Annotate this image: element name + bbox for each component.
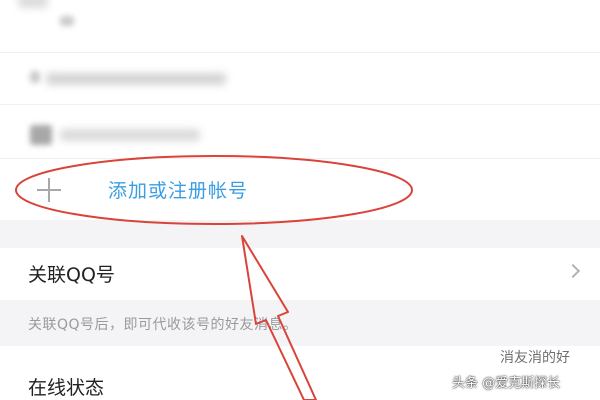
add-account-row[interactable]	[0, 158, 600, 221]
account-settings-screen: 添加或注册帐号 关联QQ号 关联QQ号后，即可代收该号的好友消息。 在线状态 消…	[0, 0, 600, 400]
plus-icon	[34, 175, 64, 205]
account-row-1[interactable]	[0, 0, 600, 52]
overlapping-text: 消友消的好	[500, 350, 570, 366]
redacted-name	[46, 73, 226, 85]
link-qq-hint: 关联QQ号后，即可代收该号的好友消息。	[28, 317, 298, 333]
watermark: 头条 @爱克斯探长	[452, 376, 561, 391]
redacted-name	[18, 0, 48, 8]
account-row-2[interactable]	[0, 52, 600, 105]
online-status-label: 在线状态	[28, 377, 105, 399]
redacted-avatar	[60, 16, 74, 26]
account-row-3[interactable]	[0, 104, 600, 159]
section-divider	[0, 220, 600, 248]
redacted-avatar	[30, 125, 52, 145]
redacted-name	[60, 129, 200, 141]
add-account-label: 添加或注册帐号	[108, 180, 249, 202]
redacted-avatar	[30, 71, 40, 83]
link-qq-label: 关联QQ号	[28, 264, 115, 286]
